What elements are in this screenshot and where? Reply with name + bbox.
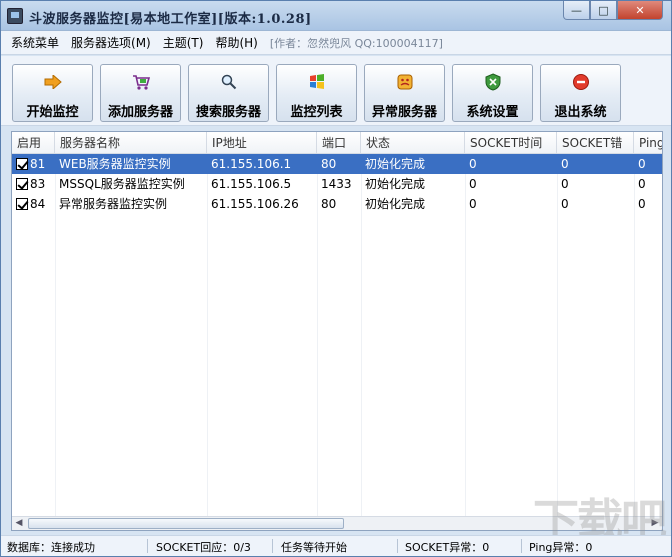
- toolbar: 开始监控 添加服务器 搜索服务器 监控列表 异常服务器 系统设置 退出系统: [1, 56, 671, 126]
- menu-system[interactable]: 系统菜单: [5, 34, 65, 51]
- status-task: 任务等待开始: [281, 541, 347, 554]
- row-ping: 0: [638, 177, 646, 191]
- col-ping[interactable]: Ping: [634, 132, 662, 154]
- col-enabled[interactable]: 启用: [12, 132, 55, 154]
- abnormal-server-label: 异常服务器: [371, 105, 437, 120]
- row-id: 84: [30, 197, 46, 211]
- main-window: 斗波服务器监控[易本地工作室][版本:1.0.28] — □ ✕ 系统菜单 服务…: [0, 0, 672, 557]
- minimize-button[interactable]: —: [563, 1, 590, 20]
- table-row[interactable]: 81 WEB服务器监控实例 61.155.106.1 80 初始化完成 0 0 …: [12, 154, 662, 174]
- windows-logo-icon: [308, 73, 326, 91]
- shield-settings-icon: [484, 73, 502, 91]
- col-ip[interactable]: IP地址: [207, 132, 317, 154]
- scroll-thumb[interactable]: [28, 518, 344, 529]
- status-socket-reply: SOCKET回应：0/3: [156, 541, 251, 554]
- add-server-label: 添加服务器: [107, 105, 173, 120]
- status-ping-abnormal: Ping异常：0: [529, 541, 593, 554]
- search-server-button[interactable]: 搜索服务器: [188, 64, 269, 122]
- row-id: 81: [30, 157, 46, 171]
- row-status: 初始化完成: [365, 177, 426, 191]
- system-settings-button[interactable]: 系统设置: [452, 64, 533, 122]
- menu-server-options[interactable]: 服务器选项(M): [65, 34, 157, 51]
- enable-checkbox[interactable]: [16, 198, 28, 210]
- system-settings-label: 系统设置: [466, 105, 519, 120]
- col-port[interactable]: 端口: [317, 132, 361, 154]
- arrow-right-icon: [44, 73, 62, 91]
- row-ip: 61.155.106.1: [211, 157, 292, 171]
- col-server-name[interactable]: 服务器名称: [55, 132, 207, 154]
- row-id: 83: [30, 177, 46, 191]
- cart-add-icon: [132, 73, 150, 91]
- row-ip: 61.155.106.5: [211, 177, 292, 191]
- col-socket-time[interactable]: SOCKET时间: [465, 132, 557, 154]
- menu-bar: 系统菜单 服务器选项(M) 主题(T) 帮助(H) [作者：忽然兜风 QQ:10…: [1, 31, 671, 55]
- row-port: 80: [321, 157, 337, 171]
- row-socket-time: 0: [469, 177, 477, 191]
- close-button[interactable]: ✕: [617, 1, 663, 20]
- app-monitor-icon: [7, 8, 23, 24]
- table-row[interactable]: 83 MSSQL服务器监控实例 61.155.106.5 1433 初始化完成 …: [12, 174, 662, 194]
- search-server-label: 搜索服务器: [195, 105, 261, 120]
- abnormal-server-button[interactable]: 异常服务器: [364, 64, 445, 122]
- magnifier-icon: [220, 73, 238, 91]
- exit-system-label: 退出系统: [554, 105, 607, 120]
- maximize-button[interactable]: □: [590, 1, 617, 20]
- add-server-button[interactable]: 添加服务器: [100, 64, 181, 122]
- scroll-left-arrow-icon[interactable]: ◀: [12, 517, 26, 530]
- enable-checkbox[interactable]: [16, 178, 28, 190]
- row-ping: 0: [638, 157, 646, 171]
- title-bar[interactable]: 斗波服务器监控[易本地工作室][版本:1.0.28] — □ ✕: [1, 1, 671, 31]
- enable-checkbox[interactable]: [16, 158, 28, 170]
- warning-face-icon: [396, 73, 414, 91]
- row-status: 初始化完成: [365, 197, 426, 211]
- row-enable-cell: 83: [12, 174, 55, 194]
- status-socket-abnormal: SOCKET异常：0: [405, 541, 490, 554]
- row-socket-error: 0: [561, 177, 569, 191]
- row-server-name: WEB服务器监控实例: [59, 157, 171, 171]
- row-socket-error: 0: [561, 197, 569, 211]
- author-info: [作者：忽然兜风 QQ:100004117]: [269, 36, 443, 50]
- row-socket-time: 0: [469, 157, 477, 171]
- row-ping: 0: [638, 197, 646, 211]
- table-row[interactable]: 84 异常服务器监控实例 61.155.106.26 80 初始化完成 0 0 …: [12, 194, 662, 214]
- window-title: 斗波服务器监控[易本地工作室][版本:1.0.28]: [29, 12, 312, 27]
- menu-theme[interactable]: 主题(T): [157, 34, 210, 51]
- monitor-list-label: 监控列表: [290, 105, 343, 120]
- table-header: 启用 服务器名称 IP地址 端口 状态 SOCKET时间 SOCKET错 Pin…: [12, 132, 662, 154]
- window-controls: — □ ✕: [563, 1, 663, 20]
- row-port: 1433: [321, 177, 352, 191]
- monitor-list-button[interactable]: 监控列表: [276, 64, 357, 122]
- exit-system-button[interactable]: 退出系统: [540, 64, 621, 122]
- menu-help[interactable]: 帮助(H): [209, 34, 263, 51]
- row-enable-cell: 84: [12, 194, 55, 214]
- row-port: 80: [321, 197, 337, 211]
- col-status[interactable]: 状态: [361, 132, 465, 154]
- row-enable-cell: 81: [12, 154, 55, 174]
- start-monitor-label: 开始监控: [26, 105, 79, 120]
- row-socket-time: 0: [469, 197, 477, 211]
- table-body: 81 WEB服务器监控实例 61.155.106.1 80 初始化完成 0 0 …: [12, 154, 662, 214]
- status-bar: 数据库：连接成功 SOCKET回应：0/3 任务等待开始 SOCKET异常：0 …: [1, 535, 671, 556]
- row-status: 初始化完成: [365, 157, 426, 171]
- server-table[interactable]: 启用 服务器名称 IP地址 端口 状态 SOCKET时间 SOCKET错 Pin…: [11, 131, 663, 531]
- start-monitor-button[interactable]: 开始监控: [12, 64, 93, 122]
- stop-icon: [572, 73, 590, 91]
- row-socket-error: 0: [561, 157, 569, 171]
- col-socket-error[interactable]: SOCKET错: [557, 132, 634, 154]
- row-server-name: 异常服务器监控实例: [59, 197, 168, 211]
- row-ip: 61.155.106.26: [211, 197, 299, 211]
- status-db: 数据库：连接成功: [7, 541, 95, 554]
- row-server-name: MSSQL服务器监控实例: [59, 177, 185, 191]
